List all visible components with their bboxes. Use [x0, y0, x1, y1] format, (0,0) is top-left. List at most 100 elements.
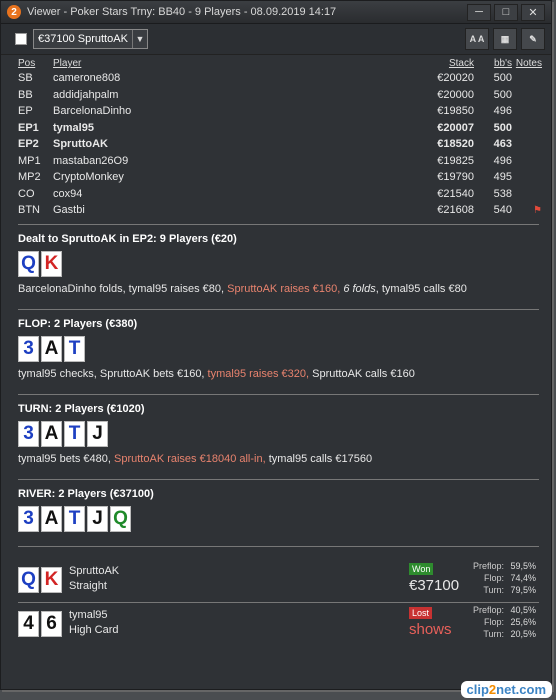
- stat-label: Flop:: [483, 573, 504, 583]
- cell-bbs: 538: [493, 187, 512, 200]
- stat-value: 20,5%: [510, 629, 536, 639]
- stat-label: Preflop:: [472, 561, 504, 571]
- stat-label: Flop:: [483, 617, 504, 627]
- table-row[interactable]: BTN Gastbi €21608 540 ⚑: [18, 202, 542, 219]
- stat-value: 74,4%: [510, 573, 536, 583]
- cell-notes[interactable]: ⚑: [512, 204, 542, 216]
- cell-player: SpruttoAK: [53, 138, 108, 151]
- flop-section: FLOP: 2 Players (€380) 3AT tymal95 check…: [18, 318, 542, 380]
- hero-action-text: SpruttoAK raises €160,: [227, 283, 344, 295]
- close-icon[interactable]: ✕: [521, 3, 545, 21]
- cell-stack: €21540: [437, 187, 474, 200]
- flop-cards: 3AT: [18, 336, 542, 362]
- font-size-button[interactable]: A A: [465, 28, 489, 50]
- stat-value: 59,5%: [510, 561, 536, 571]
- table-row[interactable]: EP BarcelonaDinho €19850 496: [18, 103, 542, 120]
- grid-icon[interactable]: ▦: [493, 28, 517, 50]
- turn-actions: tymal95 bets €480, SpruttoAK raises €180…: [18, 453, 542, 465]
- note-flag-icon[interactable]: ⚑: [533, 205, 542, 216]
- header-player[interactable]: Player: [53, 58, 81, 69]
- equity-stat: Flop: 74,4%: [458, 573, 536, 585]
- cell-player: mastaban26O9: [53, 154, 129, 167]
- result-hand: High Card: [69, 624, 119, 636]
- result-amount: €37100: [409, 577, 460, 594]
- showdown-cards: QK: [18, 567, 64, 593]
- cell-player: addidjahpalm: [53, 88, 119, 101]
- cell-bbs: 496: [493, 105, 512, 118]
- header-bbs[interactable]: bb's: [494, 58, 512, 69]
- turn-section: TURN: 2 Players (€1020) 3ATJ tymal95 bet…: [18, 403, 542, 465]
- table-row[interactable]: SB camerone808 €20020 500: [18, 70, 542, 87]
- cell-pos: EP2: [18, 138, 39, 151]
- pokerstars-app-icon: 2: [7, 5, 21, 19]
- preflop-title: Dealt to SpruttoAK in EP2: 9 Players (€2…: [18, 233, 237, 245]
- minimize-icon[interactable]: ─: [467, 3, 491, 21]
- header-pos[interactable]: Pos: [18, 58, 35, 69]
- table-row[interactable]: MP1 mastaban26O9 €19825 496: [18, 153, 542, 170]
- result-player: tymal95: [69, 609, 108, 621]
- action-text: tymal95 calls €17560: [268, 453, 373, 465]
- equity-stats: Preflop: 40,5% Flop: 25,6% Turn: 20,5%: [458, 605, 536, 641]
- cell-bbs: 495: [493, 171, 512, 184]
- playing-card: Q: [18, 251, 39, 277]
- cell-bbs: 496: [493, 154, 512, 167]
- divider: [18, 602, 539, 603]
- divider: [18, 394, 539, 395]
- divider: [18, 479, 539, 480]
- table-row[interactable]: CO cox94 €21540 538: [18, 186, 542, 203]
- hand-select[interactable]: €37100 SpruttoAK ▼: [33, 29, 148, 49]
- river-title: RIVER: 2 Players (€37100): [18, 488, 154, 500]
- playing-card: A: [41, 506, 62, 532]
- cell-stack: €21608: [437, 204, 474, 217]
- stat-label: Turn:: [483, 585, 504, 595]
- cell-pos: BTN: [18, 204, 40, 217]
- playing-card: A: [41, 421, 62, 447]
- header-notes[interactable]: Notes: [516, 58, 542, 69]
- chevron-down-icon[interactable]: ▼: [133, 34, 147, 44]
- divider: [18, 546, 539, 547]
- cell-stack: €18520: [437, 138, 474, 151]
- equity-stat: Preflop: 59,5%: [458, 561, 536, 573]
- cell-stack: €19850: [437, 105, 474, 118]
- cell-bbs: 463: [493, 138, 512, 151]
- action-text: tymal95 checks, SpruttoAK bets €160,: [18, 368, 208, 380]
- table-row[interactable]: EP1 tymal95 €20007 500: [18, 120, 542, 137]
- cell-stack: €19825: [437, 154, 474, 167]
- playing-card: J: [87, 506, 108, 532]
- cell-bbs: 500: [493, 72, 512, 85]
- hand-select-value: €37100 SpruttoAK: [34, 30, 133, 48]
- stat-label: Preflop:: [472, 605, 504, 615]
- maximize-icon[interactable]: □: [494, 3, 518, 21]
- viewer-window: 2 Viewer - Poker Stars Trny: BB40 - 9 Pl…: [0, 0, 552, 690]
- cell-bbs: 540: [493, 204, 512, 217]
- playing-card: J: [87, 421, 108, 447]
- stat-label: Turn:: [483, 629, 504, 639]
- table-row[interactable]: BB addidjahpalm €20000 500: [18, 87, 542, 104]
- cell-player: CryptoMonkey: [53, 171, 124, 184]
- edit-pencil-icon[interactable]: ✎: [521, 28, 545, 50]
- toolbar: €37100 SpruttoAK ▼ A A ▦ ✎: [1, 24, 551, 55]
- river-cards: 3ATJQ: [18, 506, 542, 532]
- playing-card: T: [64, 336, 85, 362]
- cell-pos: SB: [18, 72, 33, 85]
- table-row[interactable]: EP2 SpruttoAK €18520 463: [18, 136, 542, 153]
- playing-card: 3: [18, 421, 39, 447]
- header-stack[interactable]: Stack: [449, 58, 474, 69]
- players-table: Pos Player Stack bb's Notes SB camerone80…: [18, 58, 542, 219]
- playing-card: 3: [18, 336, 39, 362]
- preflop-section: Dealt to SpruttoAK in EP2: 9 Players (€2…: [18, 233, 542, 295]
- flop-actions: tymal95 checks, SpruttoAK bets €160, tym…: [18, 368, 542, 380]
- cell-bbs: 500: [493, 88, 512, 101]
- cell-player: tymal95: [53, 121, 94, 134]
- hand-checkbox[interactable]: [15, 33, 27, 45]
- cell-stack: €20000: [437, 88, 474, 101]
- playing-card: Q: [110, 506, 131, 532]
- cell-pos: EP: [18, 105, 33, 118]
- table-row[interactable]: MP2 CryptoMonkey €19790 495: [18, 169, 542, 186]
- cell-player: camerone808: [53, 72, 121, 85]
- showdown-cards: 46: [18, 611, 64, 637]
- action-text: BarcelonaDinho folds, tymal95 raises €80…: [18, 283, 228, 295]
- cell-stack: €20020: [437, 72, 474, 85]
- result-row: QK SpruttoAK Straight Won €37100 Preflop…: [18, 561, 540, 599]
- cell-pos: MP2: [18, 171, 41, 184]
